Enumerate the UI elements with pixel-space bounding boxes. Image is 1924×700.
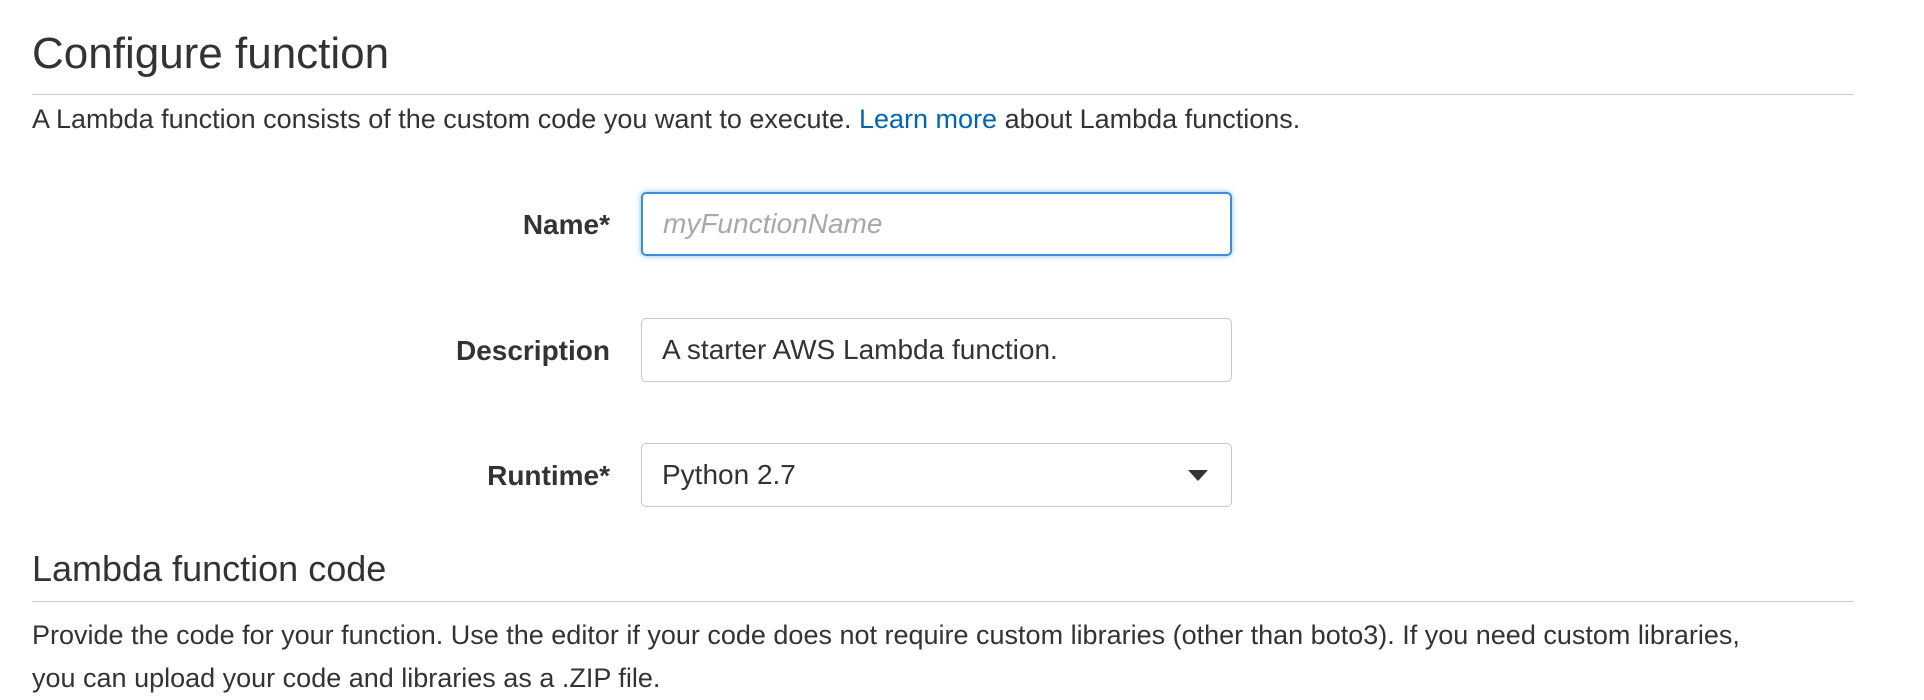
section-title-configure-function: Configure function [32,29,390,78]
configure-function-section: Configure function A Lambda function con… [32,29,1854,139]
intro-text-before-link: A Lambda function consists of the custom… [32,104,859,135]
code-description-line-2: you can upload your code and libraries a… [32,662,661,693]
caret-down-icon [1188,469,1208,481]
description-input[interactable] [641,318,1232,382]
form-row-runtime: Runtime* Python 2.7 [0,443,1300,509]
configure-intro-text: A Lambda function consists of the custom… [32,101,1854,139]
description-label: Description [455,335,610,366]
learn-more-link[interactable]: Learn more [859,104,997,134]
function-name-input[interactable] [641,192,1232,256]
form-row-name: Name* [0,192,1300,258]
section-divider [32,94,1854,96]
lambda-function-code-section: Lambda function code Provide the code fo… [32,549,1854,700]
intro-text-after-link: about Lambda functions. [997,104,1301,135]
section-divider [32,600,1854,602]
name-label: Name* [522,209,610,240]
runtime-selected-value: Python 2.7 [662,459,796,490]
runtime-label: Runtime* [487,460,610,491]
code-description-line-1: Provide the code for your function. Use … [32,619,1740,650]
form-row-description: Description [0,318,1300,384]
code-section-description: Provide the code for your function. Use … [32,614,1854,700]
section-title-lambda-function-code: Lambda function code [32,548,387,589]
runtime-select[interactable]: Python 2.7 [641,443,1232,507]
